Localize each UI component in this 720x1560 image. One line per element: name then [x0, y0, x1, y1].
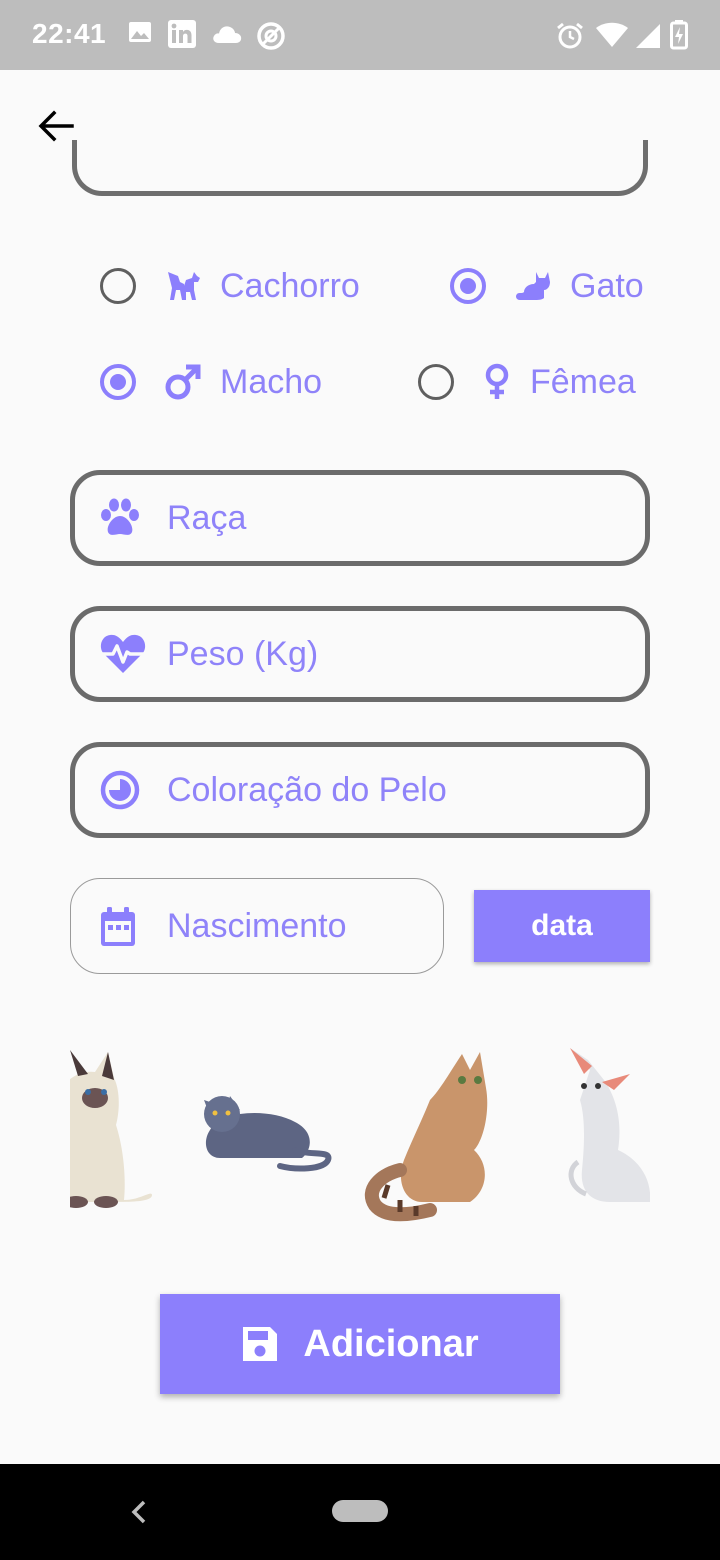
fur-color-field[interactable]: Coloração do Pelo	[70, 742, 650, 838]
paw-icon	[99, 498, 141, 538]
birth-date-field[interactable]: Nascimento	[70, 878, 444, 974]
image-icon	[129, 22, 151, 42]
signal-icon	[636, 24, 660, 48]
wifi-icon	[596, 22, 628, 47]
cloud-icon	[213, 26, 242, 43]
radio-cat[interactable]	[450, 268, 486, 304]
calendar-icon	[99, 906, 137, 948]
orange-sitting-cat-image[interactable]	[364, 1052, 488, 1222]
sex-option-male[interactable]: Macho	[100, 352, 322, 412]
birth-date-placeholder: Nascimento	[167, 907, 347, 945]
status-bar: 22:41	[0, 0, 720, 70]
sex-option-female[interactable]: Fêmea	[418, 352, 636, 412]
sex-label-male: Macho	[220, 362, 323, 401]
at-sign-icon	[257, 22, 285, 50]
alarm-icon	[557, 22, 583, 49]
female-icon	[482, 363, 512, 401]
sex-radio-group: Macho Fêmea	[0, 352, 720, 412]
radio-female[interactable]	[418, 364, 454, 400]
contrast-icon	[99, 769, 141, 811]
radio-dog[interactable]	[100, 268, 136, 304]
white-sphynx-cat-image[interactable]	[568, 1048, 650, 1202]
species-label-cat: Gato	[570, 266, 644, 305]
add-button-label: Adicionar	[303, 1322, 479, 1365]
species-option-cat[interactable]: Gato	[450, 256, 644, 316]
sex-label-female: Fêmea	[530, 362, 636, 401]
status-time: 22:41	[32, 18, 107, 49]
species-label-dog: Cachorro	[220, 266, 360, 305]
battery-icon	[670, 20, 688, 50]
breed-placeholder: Raça	[167, 498, 247, 537]
add-button[interactable]: Adicionar	[160, 1294, 560, 1394]
nav-home-pill[interactable]	[332, 1500, 388, 1522]
siamese-cat-image[interactable]	[70, 1050, 152, 1208]
species-radio-group: Cachorro Gato	[0, 256, 720, 316]
fur-color-placeholder: Coloração do Pelo	[167, 770, 447, 809]
nav-back-icon[interactable]	[126, 1492, 150, 1532]
save-icon	[241, 1325, 279, 1363]
linkedin-icon	[168, 20, 196, 48]
weight-placeholder: Peso (Kg)	[167, 634, 319, 673]
male-icon	[164, 363, 202, 401]
pet-name-field[interactable]	[72, 140, 648, 196]
date-picker-button[interactable]: data	[474, 890, 650, 962]
cat-icon	[514, 268, 552, 304]
grey-lying-cat-image[interactable]	[204, 1096, 332, 1172]
weight-field[interactable]: Peso (Kg)	[70, 606, 650, 702]
arrow-left-icon	[38, 110, 74, 142]
heart-pulse-icon	[99, 633, 147, 675]
breed-field[interactable]: Raça	[70, 470, 650, 566]
dog-icon	[164, 268, 202, 304]
species-option-dog[interactable]: Cachorro	[100, 256, 360, 316]
radio-male[interactable]	[100, 364, 136, 400]
cat-images-carousel[interactable]	[70, 1030, 650, 1230]
